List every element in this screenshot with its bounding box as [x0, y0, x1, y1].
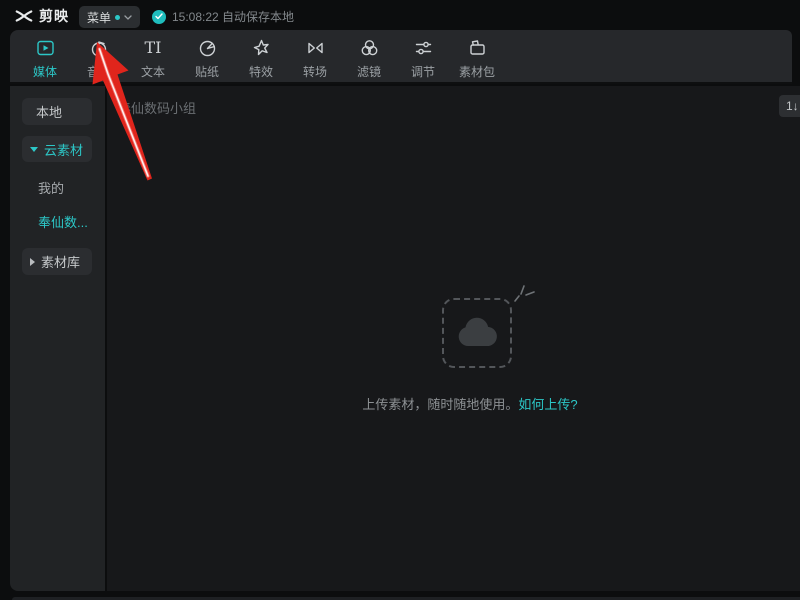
capcut-logo-icon: [15, 10, 33, 22]
upload-hint-row: 上传素材，随时随地使用。如何上传?: [362, 394, 577, 413]
text-icon: TI: [144, 38, 162, 57]
cloud-upload-icon: [458, 317, 497, 347]
triangle-down-icon: [30, 146, 38, 152]
effects-icon: [251, 37, 272, 59]
tab-material-pack-label: 素材包: [458, 65, 495, 79]
sidebar-item-local[interactable]: 本地: [22, 98, 92, 125]
autosave-status: 15:08:22 自动保存本地: [152, 8, 294, 25]
material-pack-icon: [467, 37, 488, 59]
tab-text[interactable]: TI 文本: [126, 30, 180, 82]
chevron-down-icon: [124, 14, 132, 20]
tab-material-pack[interactable]: 素材包: [450, 30, 504, 82]
tab-adjust-label: 调节: [410, 65, 435, 79]
sidebar-item-library[interactable]: 素材库: [22, 248, 92, 275]
upload-hint-text: 上传素材，随时随地使用。: [362, 397, 519, 412]
media-sidebar: 本地 云素材 我的 奉仙数... 素材库: [10, 86, 105, 591]
sort-button[interactable]: 1↓: [779, 95, 800, 117]
cloud-material-panel: 奉仙数码小组 1↓ 上传素材，随时随地使用。如何上传?: [107, 86, 800, 591]
sparkle-icon: [514, 285, 535, 302]
tab-transition-label: 转场: [302, 65, 327, 79]
sidebar-group-label: 奉仙数...: [38, 214, 88, 230]
transition-icon: [305, 37, 326, 59]
tab-audio[interactable]: 音频: [72, 30, 126, 82]
app-logo: 剪映: [14, 6, 69, 26]
menu-button-label: 菜单: [86, 10, 111, 25]
tab-sticker[interactable]: 贴纸: [180, 30, 234, 82]
sort-button-label: 1↓: [786, 99, 799, 113]
capcut-window: { "titlebar": { "logo_text": "剪映", "menu…: [0, 0, 800, 600]
sidebar-item-cloud-group[interactable]: 奉仙数...: [22, 208, 92, 234]
tab-media-label: 媒体: [32, 65, 57, 79]
panel-title: 奉仙数码小组: [118, 101, 197, 116]
autosave-check-icon: [152, 9, 166, 24]
tab-transition[interactable]: 转场: [288, 30, 342, 82]
sidebar-cloud-label: 云素材: [44, 142, 84, 158]
sidebar-library-label: 素材库: [41, 255, 81, 270]
sidebar-local-label: 本地: [36, 105, 63, 120]
tab-media[interactable]: 媒体: [18, 30, 72, 82]
menu-button[interactable]: 菜单: [79, 6, 140, 28]
filter-icon: [359, 37, 380, 59]
sidebar-item-cloud[interactable]: 云素材: [22, 136, 92, 162]
audio-icon: [89, 37, 110, 59]
tab-sticker-label: 贴纸: [194, 65, 219, 79]
titlebar: 剪映 菜单 15:08:22 自动保存本地: [0, 0, 800, 30]
adjust-icon: [413, 37, 434, 59]
tab-filter-label: 滤镜: [356, 65, 381, 79]
tab-effects-label: 特效: [248, 65, 273, 79]
sidebar-item-mine[interactable]: 我的: [22, 174, 92, 200]
tab-audio-label: 音频: [86, 65, 111, 79]
app-title: 剪映: [39, 8, 69, 24]
how-to-upload-link[interactable]: 如何上传?: [518, 397, 577, 412]
upload-dropzone[interactable]: [442, 298, 512, 368]
tab-text-label: 文本: [140, 65, 165, 79]
tab-adjust[interactable]: 调节: [396, 30, 450, 82]
tab-effects[interactable]: 特效: [234, 30, 288, 82]
tab-filter[interactable]: 滤镜: [342, 30, 396, 82]
media-icon: [35, 37, 56, 59]
sidebar-mine-label: 我的: [38, 180, 65, 196]
menu-notification-dot: [115, 14, 120, 20]
autosave-text: 15:08:22 自动保存本地: [172, 10, 295, 24]
asset-tabbar: 媒体 音频 TI 文本 贴纸 特效 转场 滤镜 调节 素材包: [10, 30, 792, 84]
sticker-icon: [197, 37, 218, 59]
